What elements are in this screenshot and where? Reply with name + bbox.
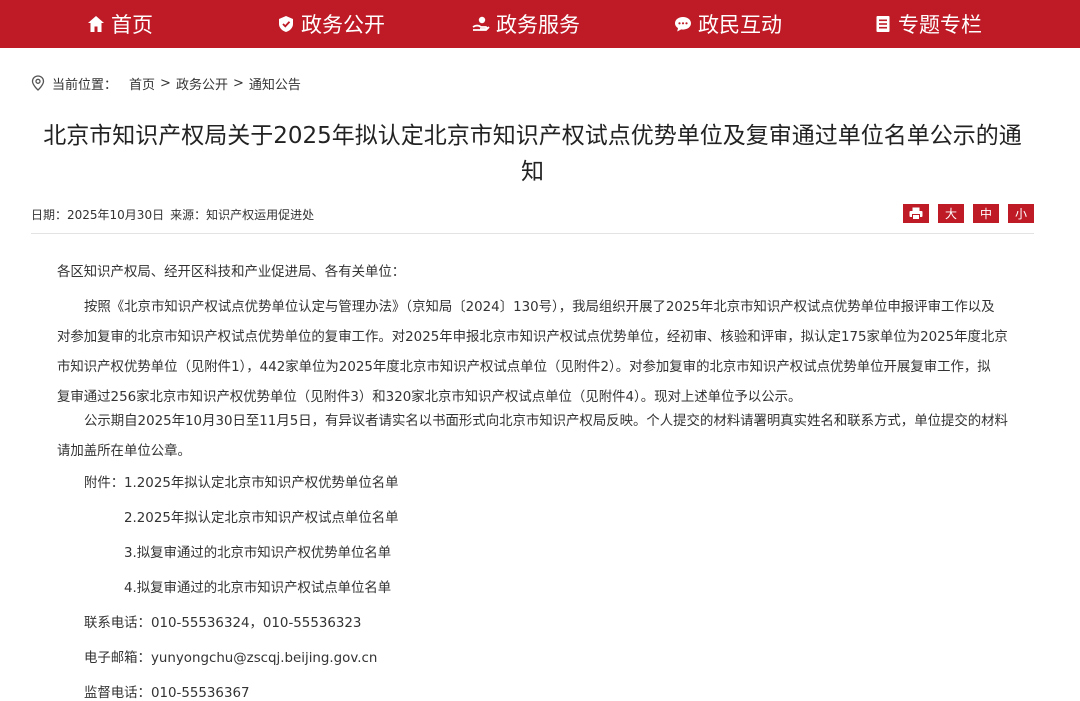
font-small-button[interactable]: 小 (1008, 204, 1034, 223)
nav-topics[interactable]: 专题专栏 (874, 0, 982, 48)
breadcrumb-prefix: 当前位置： (52, 77, 118, 93)
article-title-line2: 知 (521, 159, 544, 185)
attachment-link-4[interactable]: 4.拟复审通过的北京市知识产权试点单位名单 (124, 574, 391, 604)
nav-govt-open-label: 政务公开 (301, 13, 385, 37)
article-meta: 日期：2025年10月30日 来源：知识产权运用促进处 (31, 205, 320, 223)
divider (31, 233, 1034, 234)
paragraph-1-line: 按照《北京市知识产权试点优势单位认定与管理办法》（京知局〔2024〕130号），… (84, 300, 995, 315)
paragraph-1-line: 对参加复审的北京市知识产权试点优势单位的复审工作。对2025年申报北京市知识产权… (57, 330, 1008, 345)
service-icon (472, 15, 490, 33)
article-tools: 大 中 小 (903, 204, 1034, 223)
salutation: 各区知识产权局、经开区科技和产业促进局、各有关单位： (57, 265, 406, 280)
breadcrumb-home-link[interactable]: 首页 (129, 74, 155, 93)
breadcrumb-separator: > (232, 75, 244, 91)
home-icon (87, 15, 105, 33)
nav-home-label: 首页 (111, 13, 153, 37)
paragraph-2-line: 公示期自2025年10月30日至11月5日，有异议者请实名以书面形式向北京市知识… (84, 414, 1008, 429)
attachments-label: 附件： (84, 476, 125, 491)
top-navigation-bar: 首页 政务公开 政务服务 政民互动 专题专栏 (0, 0, 1080, 48)
paragraph-2-line: 请加盖所在单位公章。 (57, 444, 191, 459)
font-medium-button[interactable]: 中 (973, 204, 999, 223)
article-source: 来源：知识产权运用促进处 (170, 207, 315, 222)
print-button[interactable] (903, 204, 929, 223)
paragraph-2: 公示期自2025年10月30日至11月5日，有异议者请实名以书面形式向北京市知识… (57, 407, 1008, 467)
attachment-link-1[interactable]: 1.2025年拟认定北京市知识产权优势单位名单 (124, 469, 399, 499)
attachment-link-2[interactable]: 2.2025年拟认定北京市知识产权试点单位名单 (124, 504, 399, 534)
topic-icon (874, 15, 892, 33)
article-date: 日期：2025年10月30日 (31, 207, 165, 222)
nav-home[interactable]: 首页 (87, 0, 153, 48)
paragraph-1: 按照《北京市知识产权试点优势单位认定与管理办法》（京知局〔2024〕130号），… (57, 293, 1008, 413)
nav-service[interactable]: 政务服务 (472, 0, 580, 48)
nav-govt-open[interactable]: 政务公开 (277, 0, 385, 48)
govt-open-icon (277, 15, 295, 33)
breadcrumb: 当前位置： 首页 > 政务公开 > 通知公告 (31, 73, 301, 93)
nav-interaction-label: 政民互动 (698, 13, 782, 37)
location-pin-icon (31, 75, 45, 91)
nav-interaction[interactable]: 政民互动 (674, 0, 782, 48)
supervise-phone: 监督电话：010-55536367 (84, 686, 250, 701)
breadcrumb-notices-link[interactable]: 通知公告 (249, 74, 301, 93)
attachment-link-3[interactable]: 3.拟复审通过的北京市知识产权优势单位名单 (124, 539, 391, 569)
article-title-line1: 北京市知识产权局关于2025年拟认定北京市知识产权试点优势单位及复审通过单位名单… (43, 123, 1022, 149)
nav-service-label: 政务服务 (496, 13, 580, 37)
nav-topics-label: 专题专栏 (898, 13, 982, 37)
contact-phone: 联系电话：010-55536324，010-55536323 (84, 616, 362, 631)
breadcrumb-separator: > (160, 75, 171, 91)
paragraph-1-line: 市知识产权优势单位（见附件1），442家单位为2025年度北京市知识产权试点单位… (57, 360, 991, 375)
chat-icon (674, 15, 692, 33)
print-icon (909, 207, 923, 220)
article-title: 北京市知识产权局关于2025年拟认定北京市知识产权试点优势单位及复审通过单位名单… (30, 118, 1035, 190)
font-large-button[interactable]: 大 (938, 204, 964, 223)
contact-email: 电子邮箱：yunyongchu@zscqj.beijing.gov.cn (84, 651, 378, 666)
breadcrumb-govt-open-link[interactable]: 政务公开 (176, 74, 228, 93)
